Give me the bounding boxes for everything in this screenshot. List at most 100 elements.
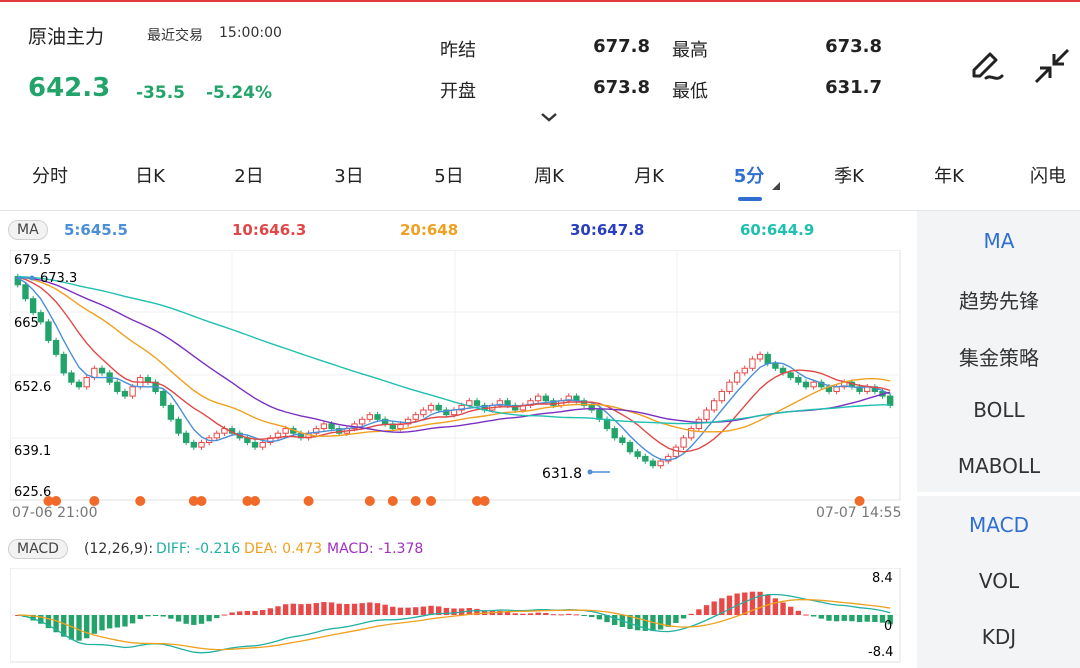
candle-body	[190, 441, 198, 448]
candle-body	[626, 441, 634, 453]
macd-bar	[420, 606, 427, 615]
macd-bar	[252, 611, 258, 615]
macd-bar	[612, 615, 618, 625]
tab-month-k[interactable]: 月K	[634, 162, 664, 188]
signal-dot	[196, 496, 207, 506]
y-tick-label: 625.6	[14, 485, 51, 500]
tab-2-day[interactable]: 2日	[234, 162, 263, 188]
macd-bar	[703, 605, 710, 615]
macd-bar	[313, 603, 319, 615]
macd-bar	[374, 603, 381, 615]
macd-bar	[849, 615, 855, 622]
dea-line	[17, 599, 891, 651]
panel-item-boll[interactable]: BOLL	[909, 398, 1080, 422]
candle-body	[198, 441, 205, 448]
macd-bar	[872, 615, 878, 622]
macd-bar	[573, 614, 580, 616]
chevron-down-icon[interactable]	[540, 112, 558, 122]
tab-5-day[interactable]: 5日	[434, 162, 463, 188]
macd-bar	[99, 615, 105, 631]
macd-selector[interactable]: MACD	[8, 539, 68, 559]
candle-body	[596, 409, 603, 420]
macd-bar	[229, 612, 235, 615]
macd-bar	[527, 613, 534, 615]
tab-intraday[interactable]: 分时	[32, 162, 68, 188]
macd-params: (12,26,9):	[84, 541, 154, 557]
macd-bar	[359, 603, 365, 615]
candle-body	[710, 400, 718, 411]
candle-body	[680, 437, 687, 448]
ma20-value: 20:648	[400, 221, 459, 239]
signal-dot	[426, 496, 437, 506]
candle-body	[83, 377, 90, 388]
macd-bar	[175, 615, 182, 622]
candle-body	[787, 372, 794, 379]
macd-value: MACD: -1.378	[327, 541, 424, 557]
macd-chart[interactable]: 8.4 0 -8.4	[10, 568, 902, 666]
ma-selector[interactable]: MA	[8, 220, 48, 240]
panel-item-kdj[interactable]: KDJ	[909, 625, 1080, 649]
macd-bar	[795, 610, 802, 615]
panel-item-ma[interactable]: MA	[909, 229, 1080, 253]
indicator-panel	[917, 211, 1080, 668]
ma-lines-group	[17, 275, 891, 461]
candle-body	[175, 418, 182, 434]
candle-body	[213, 432, 220, 439]
candle-body	[756, 353, 764, 360]
candle-body	[718, 390, 726, 402]
macd-bar	[841, 615, 847, 621]
last-price: 642.3	[28, 73, 111, 103]
macd-bar	[206, 615, 212, 622]
macd-bar	[688, 613, 694, 615]
macd-bar	[397, 607, 404, 615]
macd-bar	[122, 615, 128, 627]
tab-quarter-k[interactable]: 季K	[834, 162, 864, 188]
x-end-label: 07-07 14:55	[816, 505, 902, 521]
candle-body	[733, 372, 741, 383]
tab-5-min[interactable]: 5分	[734, 162, 765, 188]
shrink-icon[interactable]	[1032, 46, 1072, 86]
macd-bar	[657, 615, 664, 630]
panel-item-macd[interactable]: MACD	[909, 513, 1080, 537]
macd-bar	[413, 607, 419, 615]
macd-bar	[106, 615, 113, 629]
candle-body	[619, 437, 626, 443]
panel-item-vol[interactable]: VOL	[909, 569, 1080, 593]
candle-body	[473, 400, 481, 406]
macd-bar	[191, 615, 197, 625]
candle-body	[649, 460, 657, 467]
tab-day-k[interactable]: 日K	[135, 162, 165, 188]
macd-bar	[512, 613, 518, 615]
period-menu-triangle-icon[interactable]	[772, 182, 780, 190]
candle-body	[795, 377, 802, 383]
tab-3-day[interactable]: 3日	[334, 162, 363, 188]
candle-body	[366, 414, 374, 420]
candle-body	[427, 404, 435, 411]
top-accent-line	[0, 0, 1080, 2]
panel-item-trend[interactable]: 趋势先锋	[909, 285, 1080, 314]
macd-bar	[780, 602, 786, 615]
macd-y-tick: -8.4	[868, 645, 893, 660]
tab-year-k[interactable]: 年K	[934, 162, 964, 188]
x-start-label: 07-06 21:00	[12, 505, 98, 521]
candle-body	[22, 284, 29, 300]
candlestick-chart[interactable]: 679.5 665 652.6 639.1 625.6 673.3 631.8	[10, 250, 902, 510]
candle-body	[886, 395, 894, 406]
macd-bar	[856, 615, 863, 623]
macd-bar	[237, 611, 243, 615]
candle-body	[542, 395, 550, 402]
tab-tick[interactable]: 闪电	[1030, 162, 1066, 188]
pen-icon[interactable]	[966, 46, 1006, 86]
ma-line-60	[17, 275, 891, 425]
candle-body	[435, 404, 442, 411]
ma10-value: 10:646.3	[232, 221, 307, 239]
panel-item-strategy[interactable]: 集金策略	[909, 342, 1080, 371]
macd-bar	[244, 610, 251, 615]
macd-bar	[328, 602, 335, 615]
macd-bar	[788, 606, 794, 615]
macd-bar	[183, 615, 189, 624]
macd-bar	[214, 615, 220, 619]
tab-week-k[interactable]: 周K	[534, 162, 564, 188]
panel-item-maboll[interactable]: MABOLL	[909, 454, 1080, 478]
macd-bar	[114, 615, 120, 628]
